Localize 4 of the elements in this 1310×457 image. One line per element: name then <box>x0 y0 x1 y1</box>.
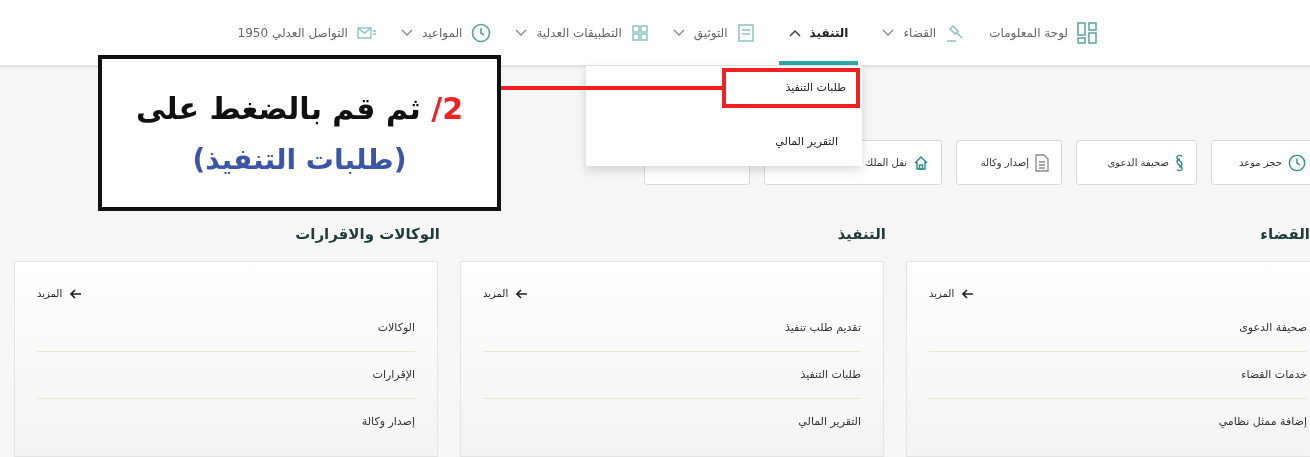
annotation-text: (طلبات التنفيذ) <box>192 141 407 178</box>
section-title: التنفيذ <box>836 224 886 245</box>
section-title: الوكالات والاقرارات <box>294 224 440 245</box>
section-title: القضاء <box>1259 224 1310 245</box>
